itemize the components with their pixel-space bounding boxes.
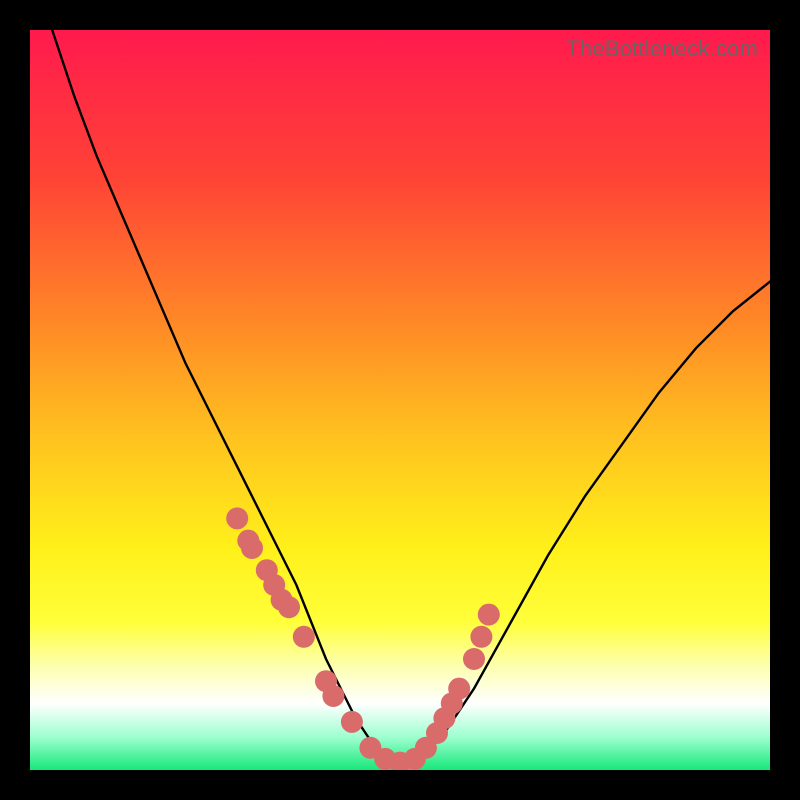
sample-dot [463, 648, 485, 670]
chart-frame: TheBottleneck.com [0, 0, 800, 800]
sample-dot [448, 678, 470, 700]
plot-area: TheBottleneck.com [30, 30, 770, 770]
curve-layer [30, 30, 770, 770]
sample-dot [341, 711, 363, 733]
sample-dot [478, 604, 500, 626]
sample-dot [226, 507, 248, 529]
sample-dot [322, 685, 344, 707]
sample-dot [278, 596, 300, 618]
sample-dot [470, 626, 492, 648]
bottleneck-curve [52, 30, 770, 763]
watermark: TheBottleneck.com [566, 36, 758, 62]
sample-dot [241, 537, 263, 559]
sample-dot [293, 626, 315, 648]
